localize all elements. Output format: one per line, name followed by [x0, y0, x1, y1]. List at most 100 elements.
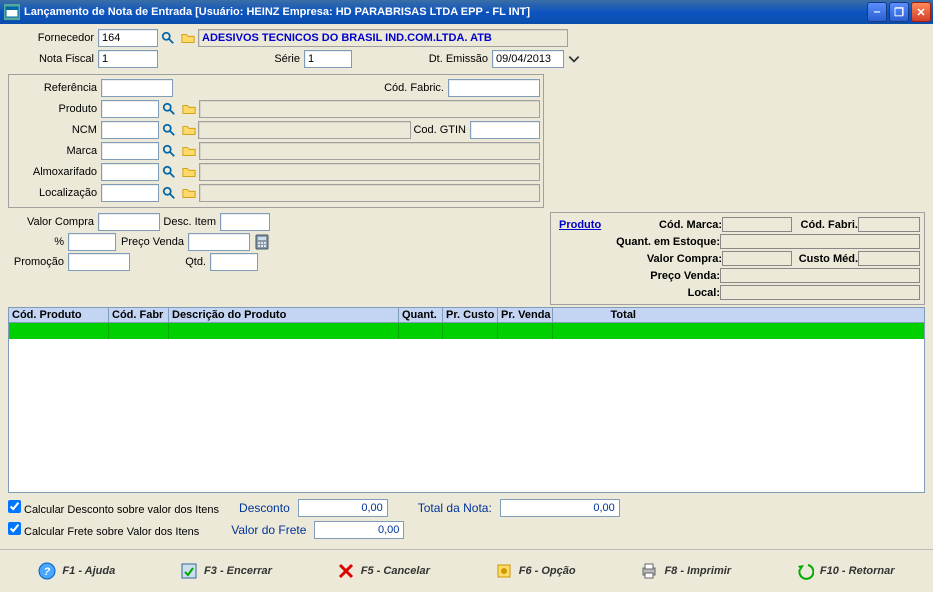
pct-input[interactable]	[68, 233, 116, 251]
search-icon[interactable]	[161, 185, 177, 201]
promocao-input[interactable]	[68, 253, 130, 271]
produto-info-panel: Produto Cód. Marca: Cód. Fabri. Quant. e…	[550, 212, 925, 305]
save-icon	[180, 562, 198, 580]
qtd-label: Qtd.	[130, 256, 210, 268]
preco-venda-input[interactable]	[188, 233, 250, 251]
folder-icon[interactable]	[181, 185, 197, 201]
almoxarifado-desc	[199, 163, 540, 181]
local-label: Local:	[556, 287, 720, 299]
preco-venda-label: Preço Venda	[116, 236, 188, 248]
cod-fabric-input[interactable]	[448, 79, 540, 97]
cod-marca-label: Cód. Marca:	[650, 219, 722, 231]
search-icon[interactable]	[160, 30, 176, 46]
search-icon[interactable]	[161, 101, 177, 117]
ncm-label: NCM	[12, 124, 101, 136]
app-icon	[4, 4, 20, 20]
svg-text:?: ?	[44, 566, 51, 578]
produto-label: Produto	[12, 103, 101, 115]
chk-desconto-box[interactable]	[8, 500, 21, 513]
options-icon	[495, 562, 513, 580]
almoxarifado-label: Almoxarifado	[12, 166, 101, 178]
titlebar: Lançamento de Nota de Entrada [Usuário: …	[0, 0, 933, 24]
almoxarifado-input[interactable]	[101, 163, 159, 181]
desc-item-label: Desc. Item	[160, 216, 220, 228]
grid-header: Cód. Produto Cód. Fabr Descrição do Prod…	[8, 307, 925, 323]
header-form: Fornecedor Nota Fiscal Série Dt. Emissão	[0, 24, 933, 72]
referencia-label: Referência	[12, 82, 101, 94]
referencia-input[interactable]	[101, 79, 173, 97]
side-valor-compra-value	[722, 251, 792, 266]
custo-med-label: Custo Méd.	[792, 253, 858, 265]
items-grid: Cód. Produto Cód. Fabr Descrição do Prod…	[0, 307, 933, 493]
cod-fabri-value	[858, 217, 920, 232]
calendar-dropdown-icon[interactable]	[566, 51, 582, 67]
marca-input[interactable]	[101, 142, 159, 160]
dt-emissao-input[interactable]	[492, 50, 564, 68]
total-nota-value	[500, 499, 620, 517]
side-preco-venda-value	[720, 268, 920, 283]
ncm-input[interactable]	[101, 121, 159, 139]
minimize-button[interactable]: ‒	[867, 2, 887, 22]
cod-marca-value	[722, 217, 792, 232]
local-value	[720, 285, 920, 300]
grid-header-cod-fabr[interactable]: Cód. Fabr	[109, 308, 169, 322]
valor-compra-label: Valor Compra	[8, 216, 98, 228]
grid-header-quant[interactable]: Quant.	[399, 308, 443, 322]
search-icon[interactable]	[161, 122, 177, 138]
chk-frete-label: Calcular Frete sobre Valor dos Itens	[24, 526, 199, 538]
cod-fabric-label: Cód. Fabric.	[173, 82, 448, 94]
cod-gtin-input[interactable]	[470, 121, 540, 139]
valor-compra-input[interactable]	[98, 213, 160, 231]
produto-input[interactable]	[101, 100, 159, 118]
grid-header-cod-produto[interactable]: Cód. Produto	[9, 308, 109, 322]
function-button-bar: ? F1 - Ajuda F3 - Encerrar F5 - Cancelar…	[0, 549, 933, 592]
f3-encerrar-button[interactable]: F3 - Encerrar	[174, 558, 278, 584]
side-preco-venda-label: Preço Venda:	[556, 270, 720, 282]
quant-estoque-label: Quant. em Estoque:	[556, 236, 720, 248]
quant-estoque-value	[720, 234, 920, 249]
qtd-input[interactable]	[210, 253, 258, 271]
f6-opcao-button[interactable]: F6 - Opção	[489, 558, 582, 584]
fornecedor-nome	[198, 29, 568, 47]
grid-header-pr-venda[interactable]: Pr. Venda	[498, 308, 553, 322]
calculator-icon[interactable]	[254, 234, 270, 250]
search-icon[interactable]	[161, 164, 177, 180]
chk-frete[interactable]: Calcular Frete sobre Valor dos Itens	[8, 522, 199, 538]
desconto-label: Desconto	[239, 501, 290, 515]
serie-input[interactable]	[304, 50, 352, 68]
close-button[interactable]: ✕	[911, 2, 931, 22]
table-row[interactable]	[9, 323, 924, 339]
grid-header-descricao[interactable]: Descrição do Produto	[169, 308, 399, 322]
folder-icon[interactable]	[181, 122, 197, 138]
window-title: Lançamento de Nota de Entrada [Usuário: …	[24, 6, 867, 18]
serie-label: Série	[158, 53, 304, 65]
product-lookup-group: Referência Cód. Fabric. Produto NCM Cod.…	[0, 72, 933, 210]
dt-emissao-label: Dt. Emissão	[352, 53, 492, 65]
folder-icon[interactable]	[181, 164, 197, 180]
produto-link[interactable]: Produto	[555, 219, 601, 231]
f5-cancelar-button[interactable]: F5 - Cancelar	[331, 558, 436, 584]
chk-desconto-label: Calcular Desconto sobre valor dos Itens	[24, 504, 219, 516]
side-valor-compra-label: Valor Compra:	[558, 253, 722, 265]
f8-imprimir-button[interactable]: F8 - Imprimir	[634, 558, 737, 584]
desconto-value[interactable]	[298, 499, 388, 517]
marca-desc	[199, 142, 540, 160]
folder-icon[interactable]	[180, 30, 196, 46]
folder-icon[interactable]	[181, 101, 197, 117]
desc-item-input[interactable]	[220, 213, 270, 231]
chk-desconto[interactable]: Calcular Desconto sobre valor dos Itens	[8, 500, 219, 516]
f1-ajuda-button[interactable]: ? F1 - Ajuda	[32, 558, 121, 584]
localizacao-input[interactable]	[101, 184, 159, 202]
grid-header-total[interactable]: Total	[553, 308, 639, 322]
search-icon[interactable]	[161, 143, 177, 159]
f10-retornar-button[interactable]: F10 - Retornar	[790, 558, 901, 584]
fornecedor-input[interactable]	[98, 29, 158, 47]
maximize-button[interactable]: ❐	[889, 2, 909, 22]
totals-area: Calcular Desconto sobre valor dos Itens …	[0, 493, 933, 545]
nota-fiscal-input[interactable]	[98, 50, 158, 68]
custo-med-value	[858, 251, 920, 266]
folder-icon[interactable]	[181, 143, 197, 159]
grid-body[interactable]	[8, 323, 925, 493]
grid-header-pr-custo[interactable]: Pr. Custo	[443, 308, 498, 322]
ncm-desc	[198, 121, 410, 139]
